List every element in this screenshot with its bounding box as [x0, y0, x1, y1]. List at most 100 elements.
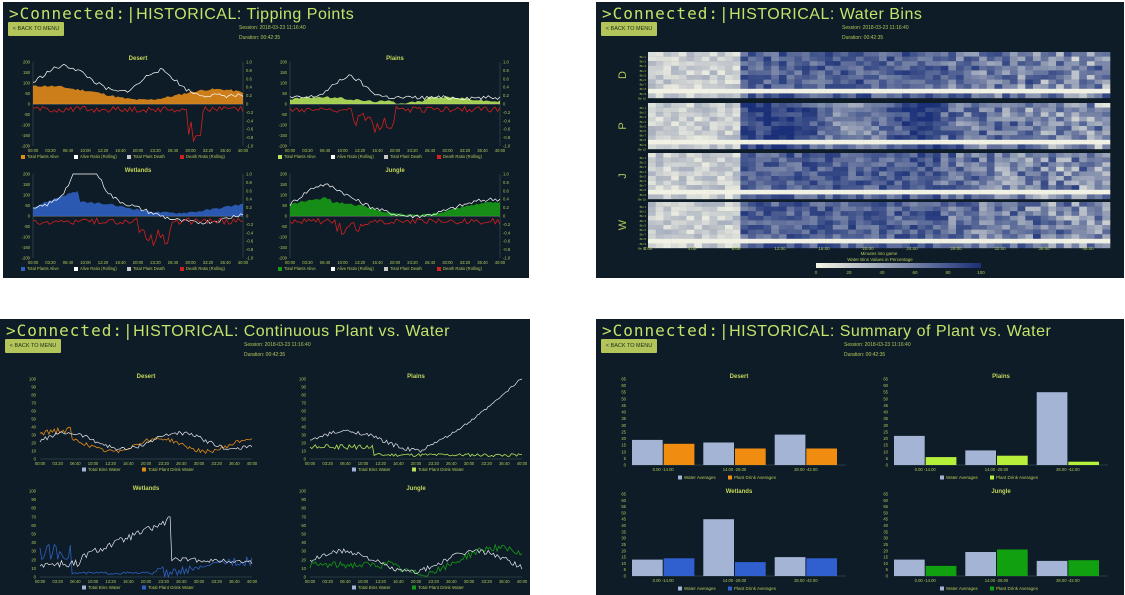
heatmap-cell	[994, 171, 1003, 177]
y-tick-label: 30	[883, 536, 888, 541]
heatmap-cell	[740, 61, 749, 66]
heatmap-cell	[817, 166, 826, 172]
heatmap-cell	[832, 171, 841, 177]
heatmap-cell	[1009, 103, 1018, 108]
heatmap-cell	[671, 220, 680, 226]
heatmap-cell	[1079, 93, 1088, 99]
bin-label: Bin 5	[640, 73, 647, 77]
heatmap-cell	[986, 215, 995, 221]
heatmap-cell	[1086, 157, 1095, 163]
heatmap-cell	[655, 202, 664, 207]
y2-tick-label: -0.8	[246, 135, 254, 140]
heatmap-cell	[956, 88, 964, 94]
legend-swatch	[142, 585, 146, 590]
heatmap-cell	[771, 206, 780, 212]
heatmap-cell	[948, 139, 957, 145]
heatmap-cell	[1102, 166, 1111, 172]
y2-tick-label: 0	[503, 102, 506, 107]
heatmap-cell	[1063, 93, 1072, 99]
heatmap-cell	[678, 206, 687, 212]
heatmap-cell	[709, 206, 718, 212]
heatmap-cell	[1086, 93, 1095, 99]
heatmap-cell	[855, 121, 864, 127]
heatmap-cell	[917, 93, 926, 99]
heatmap-cell	[748, 185, 757, 190]
heatmap-cell	[886, 112, 895, 117]
heatmap-cell	[1009, 84, 1018, 89]
heatmap-cell	[655, 135, 664, 140]
heatmap-cell	[1079, 107, 1088, 113]
heatmap-cell	[825, 56, 834, 62]
heatmap-cell	[655, 194, 664, 200]
heatmap-cell	[825, 202, 834, 207]
heatmap-cell	[763, 139, 772, 145]
y-tick-label: 5	[886, 456, 889, 461]
heatmap-cell	[717, 243, 726, 249]
heatmap-cell	[925, 144, 934, 150]
heatmap-cell	[917, 176, 926, 181]
heatmap-cell	[1009, 157, 1018, 163]
heatmap-cell	[917, 107, 926, 113]
heatmap-cell	[755, 189, 764, 195]
heatmap-cell	[786, 185, 795, 190]
colorbar-tick: 20	[846, 270, 852, 275]
heatmap-cell	[763, 61, 772, 66]
heatmap-cell	[871, 171, 880, 177]
heatmap-cell	[701, 88, 710, 94]
heatmap-cell	[948, 52, 957, 57]
heatmap-cell	[825, 112, 834, 117]
heatmap-cell	[1025, 202, 1034, 207]
legend-label: Water Averages	[684, 586, 717, 591]
heatmap-cell	[855, 144, 864, 150]
heatmap-cell	[1033, 206, 1041, 212]
x-tick-label: 23:20	[428, 579, 439, 584]
heatmap-cell	[1056, 171, 1065, 177]
legend-label: Water Averages	[946, 475, 979, 480]
heatmap-cell	[1025, 126, 1034, 131]
heatmap-cell	[917, 103, 926, 108]
heatmap-cell	[817, 162, 826, 167]
x-tick-label: 24:00	[906, 246, 918, 251]
legend-label: Death Ratio (Rolling)	[443, 154, 482, 159]
y-tick-label: 20	[621, 436, 626, 441]
heatmap-cell	[686, 220, 695, 226]
y-tick-label: 100	[23, 81, 31, 86]
heatmap-cell	[909, 61, 918, 66]
alive-ratio-line	[289, 74, 501, 101]
chart-title: Jungle	[385, 168, 405, 174]
heatmap-cell	[855, 211, 864, 216]
legend-swatch	[437, 155, 441, 159]
heatmap-cell	[763, 103, 772, 108]
heatmap-cell	[1086, 88, 1095, 94]
heatmap-cell	[1056, 126, 1065, 131]
heatmap-cell	[709, 103, 718, 108]
heatmap-cell	[1002, 116, 1011, 122]
heatmap-cell	[671, 238, 680, 244]
heatmap-cell	[932, 61, 941, 66]
heatmap-cell	[994, 130, 1003, 136]
heatmap-cell	[763, 93, 772, 99]
heatmap-cell	[925, 153, 934, 158]
heatmap-cell	[740, 126, 749, 131]
heatmap-cell	[740, 116, 749, 122]
heatmap-cell	[1063, 121, 1072, 127]
heatmap-cell	[1002, 70, 1011, 76]
y-tick-label: 10	[621, 561, 626, 566]
heatmap-cell	[863, 234, 872, 239]
heatmap-cell	[979, 171, 988, 177]
x-tick-label: 33:20	[203, 148, 214, 153]
bin-label: Bin 4	[640, 219, 647, 223]
x-tick-label: 06:40	[340, 579, 351, 584]
heatmap-cell	[863, 194, 872, 200]
bar	[894, 559, 925, 576]
y-tick-label: -100	[22, 123, 31, 128]
heatmap-cell	[917, 162, 926, 167]
x-tick-label: 36:40	[229, 461, 240, 466]
heatmap-cell	[894, 220, 903, 226]
heatmap-cell	[886, 189, 895, 195]
y-tick-label: -150	[279, 245, 288, 250]
heatmap-cell	[1025, 70, 1034, 76]
y-tick-label: 35	[883, 416, 888, 421]
heatmap-cell	[956, 84, 964, 89]
bar	[735, 448, 766, 465]
